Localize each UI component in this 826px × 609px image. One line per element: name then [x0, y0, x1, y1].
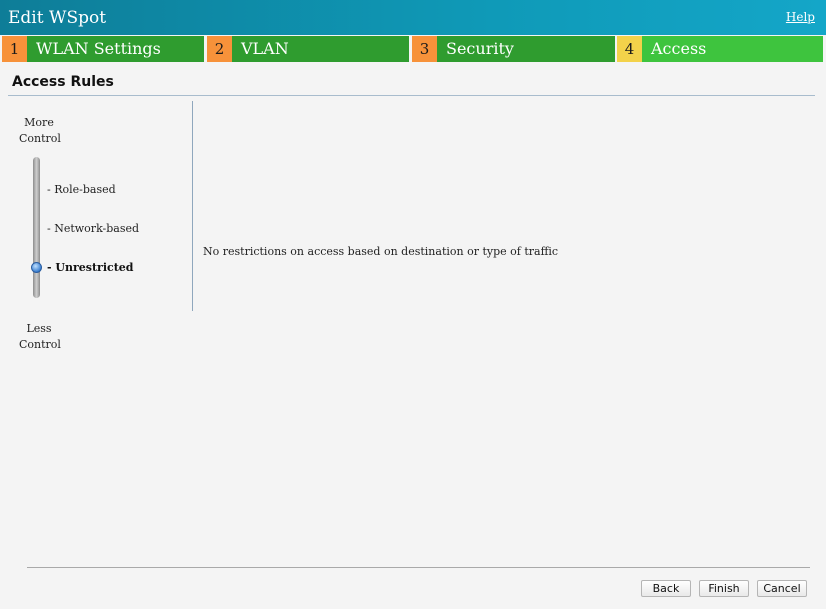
step-number: 1 — [2, 36, 27, 62]
step-label: Security — [437, 36, 615, 62]
back-button[interactable]: Back — [641, 580, 691, 597]
option-role-based[interactable]: - Role-based — [47, 183, 116, 196]
wizard-steps: 1 WLAN Settings 2 VLAN 3 Security 4 Acce… — [2, 36, 823, 62]
step-wlan-settings[interactable]: 1 WLAN Settings — [2, 36, 204, 62]
section-divider — [8, 95, 815, 96]
step-vlan[interactable]: 2 VLAN — [207, 36, 409, 62]
step-number: 2 — [207, 36, 232, 62]
section-title: Access Rules — [12, 74, 114, 90]
slider-handle[interactable] — [31, 262, 42, 273]
option-unrestricted[interactable]: - Unrestricted — [47, 261, 134, 274]
step-label: WLAN Settings — [27, 36, 204, 62]
step-number: 4 — [617, 36, 642, 62]
vertical-divider — [192, 101, 193, 311]
access-description: No restrictions on access based on desti… — [203, 245, 559, 258]
more-control-label: More Control — [19, 116, 61, 145]
step-label: VLAN — [232, 36, 409, 62]
step-access[interactable]: 4 Access — [617, 36, 823, 62]
help-link[interactable]: Help — [786, 10, 815, 24]
less-control-label: Less Control — [19, 322, 61, 351]
access-level-slider[interactable] — [33, 157, 40, 298]
step-label: Access — [642, 36, 823, 62]
window-title: Edit WSpot — [8, 8, 107, 28]
cancel-button[interactable]: Cancel — [757, 580, 807, 597]
title-bar: Edit WSpot Help — [0, 0, 826, 35]
finish-button[interactable]: Finish — [699, 580, 749, 597]
option-network-based[interactable]: - Network-based — [47, 222, 139, 235]
step-security[interactable]: 3 Security — [412, 36, 615, 62]
footer-divider — [27, 567, 810, 568]
step-number: 3 — [412, 36, 437, 62]
